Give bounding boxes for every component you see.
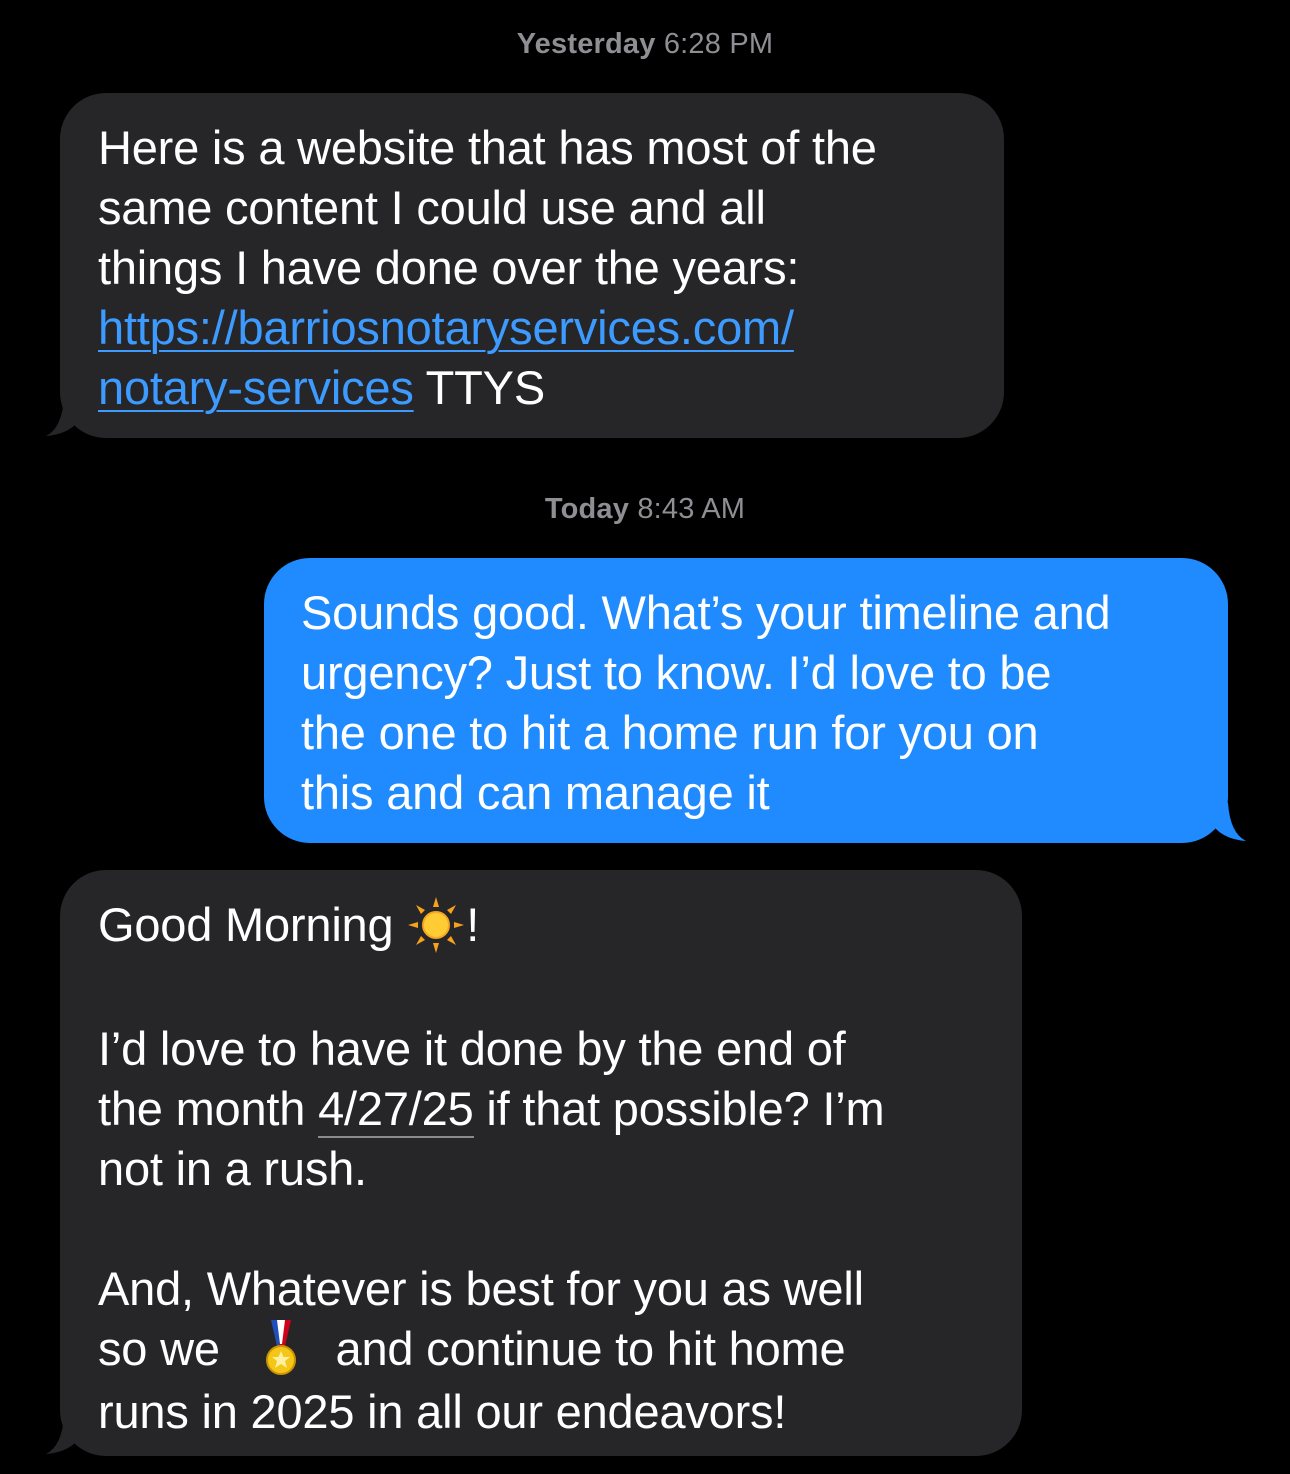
- message-line: things I have done over the years:: [98, 241, 800, 294]
- message-text: the month: [98, 1081, 319, 1135]
- message-line: Here is a website that has most of the: [98, 121, 877, 174]
- website-link-continued[interactable]: notary-services: [98, 361, 414, 414]
- message-line: Sounds good. What’s your timeline and: [301, 586, 1111, 639]
- message-line: runs in 2025 in all our endeavors!: [98, 1385, 787, 1439]
- message-text: if that possible? I’m: [473, 1081, 885, 1135]
- timestamp-time: 8:43 AM: [637, 493, 746, 525]
- bubble-tail-outgoing: [1210, 803, 1246, 841]
- greeting-end: !: [466, 898, 480, 951]
- timestamp-today: Today 8:43 AM: [0, 493, 1290, 526]
- timestamp-day: Today: [544, 493, 630, 525]
- timestamp-time: 6:28 PM: [663, 28, 774, 60]
- message-bubble-incoming[interactable]: Good Morning ! I’d love to have it done …: [60, 870, 1022, 1456]
- bubble-tail-incoming: [46, 398, 82, 436]
- medal-emoji-icon: [265, 1320, 296, 1376]
- message-bubble-outgoing[interactable]: Sounds good. What’s your timeline and ur…: [264, 558, 1228, 843]
- message-line: And, Whatever is best for you as well: [98, 1261, 864, 1315]
- website-link[interactable]: https://barriosnotaryservices.com/: [98, 301, 794, 354]
- message-line: urgency? Just to know. I’d love to be: [301, 646, 1052, 699]
- timestamp-day: Yesterday: [516, 28, 656, 60]
- sun-emoji-icon: [408, 896, 465, 953]
- message-line: same content I could use and all: [98, 181, 766, 234]
- date-link[interactable]: 4/27/25: [318, 1081, 474, 1138]
- greeting-text: Good Morning: [98, 898, 407, 951]
- message-line: this and can manage it: [301, 766, 770, 819]
- message-bubble-incoming[interactable]: Here is a website that has most of the s…: [60, 93, 1004, 438]
- message-text: and continue to hit home: [322, 1321, 846, 1375]
- message-line: not in a rush.: [98, 1141, 367, 1195]
- message-line: I’d love to have it done by the end of: [98, 1021, 846, 1075]
- message-text: so we: [98, 1321, 233, 1375]
- message-suffix: TTYS: [413, 361, 546, 414]
- timestamp-yesterday: Yesterday 6:28 PM: [0, 28, 1290, 61]
- message-line: the one to hit a home run for you on: [301, 706, 1039, 759]
- bubble-tail-incoming: [46, 1416, 82, 1454]
